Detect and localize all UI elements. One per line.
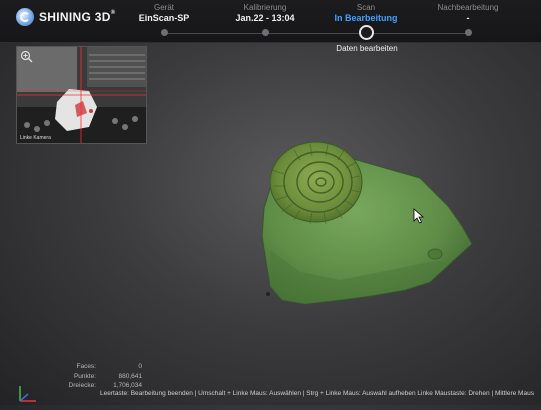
stat-row: Faces: 0: [52, 362, 142, 372]
stat-row: Punkte: 880,641: [52, 372, 142, 382]
step-device-dot[interactable]: [161, 29, 168, 36]
camera-feed-image: [17, 47, 146, 143]
shining3d-logo-icon: [16, 8, 34, 26]
step-postprocessing-label: Nachbearbeitung: [437, 3, 499, 12]
step-postprocessing[interactable]: Nachbearbeitung -: [413, 0, 523, 36]
stat-faces-value: 0: [138, 363, 142, 370]
step-calibration-dot[interactable]: [262, 29, 269, 36]
step-calibration-label: Kalibrierung: [243, 3, 287, 12]
camera-label: Linke Kamera: [20, 135, 51, 141]
stat-points-label: Punkte:: [73, 372, 96, 380]
mouse-cursor-icon: [413, 208, 425, 229]
step-scan[interactable]: Scan In Bearbeitung: [311, 0, 421, 40]
ammonite-fossil-model: [261, 141, 473, 305]
step-postprocessing-value: -: [466, 13, 470, 23]
stat-faces-label: Faces:: [76, 363, 96, 370]
step-postprocessing-dot[interactable]: [465, 29, 472, 36]
axis-gizmo-icon: [16, 383, 40, 410]
brand-logo: SHINING 3D®: [16, 8, 115, 26]
step-device-label: Gerät: [153, 3, 174, 12]
status-bar-hint: Leertaste: Bearbeitung beenden | Umschal…: [100, 390, 534, 397]
step-scan-value: In Bearbeitung: [334, 13, 398, 23]
stat-points-value: 880,641: [118, 372, 143, 380]
progress-track: [164, 33, 468, 34]
stat-triangles-label: Dreiecke:: [68, 382, 96, 389]
top-bar: SHINING 3D® Gerät EinScan-SP Kalibrierun…: [0, 0, 541, 43]
mesh-statistics: Faces: 0 Punkte: 880,641 Dreiecke: 1,706…: [52, 362, 142, 391]
step-scan-label: Scan: [356, 3, 376, 12]
active-step-sublabel: Daten bearbeiten: [336, 44, 398, 53]
zoom-in-icon[interactable]: [20, 50, 33, 63]
step-scan-dot[interactable]: [359, 25, 374, 40]
camera-preview[interactable]: Linke Kamera: [16, 46, 147, 144]
step-device-value: EinScan-SP: [138, 13, 190, 23]
step-calibration[interactable]: Kalibrierung Jan.22 - 13:04: [210, 0, 320, 36]
step-device[interactable]: Gerät EinScan-SP: [109, 0, 219, 36]
step-calibration-value: Jan.22 - 13:04: [235, 13, 295, 23]
brand-name: SHINING 3D: [39, 10, 111, 24]
